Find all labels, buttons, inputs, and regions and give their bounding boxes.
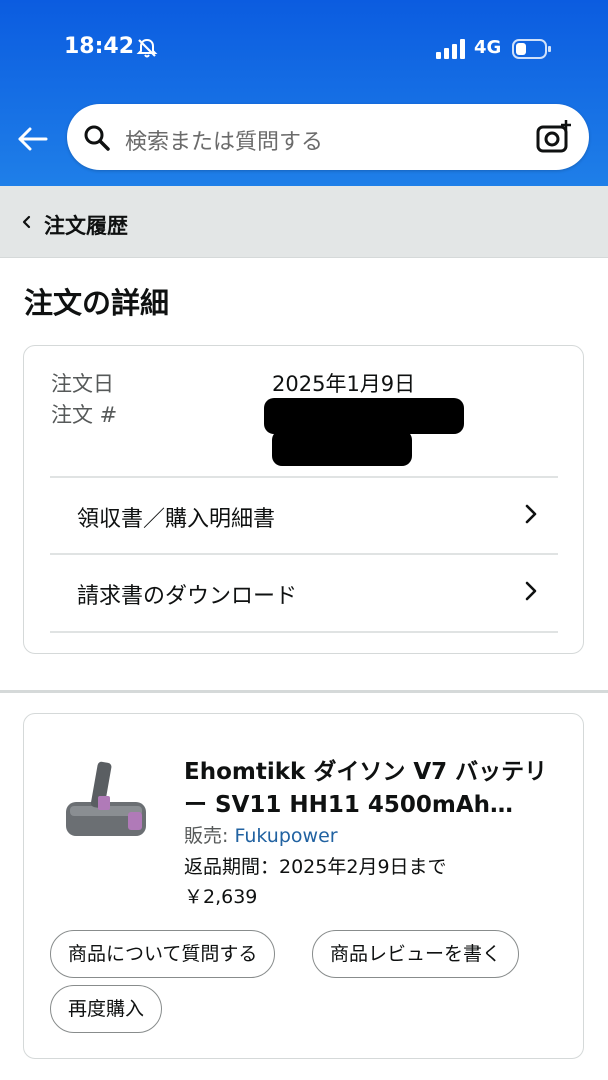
search-bar[interactable]: 検索または質問する [67, 104, 589, 170]
redacted-order-number [264, 398, 464, 434]
return-period: 返品期間：2025年2月9日まで [184, 856, 447, 878]
network-type: 4G [474, 37, 502, 58]
page-title: 注文の詳細 [24, 286, 170, 320]
write-review-button[interactable]: 商品レビューを書く [312, 930, 520, 978]
seller-info: 販売: Fukupower [184, 821, 338, 848]
product-price: ￥2,639 [184, 886, 258, 908]
chevron-right-icon [525, 504, 537, 524]
order-date-label: 注文日 [51, 372, 114, 396]
order-date-value: 2025年1月9日 [272, 372, 416, 396]
battery-product-image[interactable] [58, 756, 154, 852]
back-arrow-icon[interactable] [16, 122, 50, 156]
signal-icon [436, 39, 465, 59]
seller-prefix: 販売: [184, 825, 235, 847]
buy-again-button[interactable]: 再度購入 [50, 985, 163, 1033]
breadcrumb-label[interactable]: 注文履歴 [44, 210, 128, 240]
invoice-download-label: 請求書のダウンロード [77, 584, 298, 609]
status-time: 18:42 [64, 34, 135, 59]
order-number-label: 注文 # [51, 403, 118, 427]
section-separator [0, 690, 608, 693]
status-bar: 18:42 4G [0, 0, 608, 100]
receipt-link-row[interactable]: 領収書／購入明細書 [50, 477, 558, 553]
seller-link[interactable]: Fukupower [234, 825, 337, 847]
chevron-right-icon [525, 581, 537, 601]
chevron-left-icon [22, 215, 31, 229]
breadcrumb[interactable]: 注文履歴 [0, 186, 608, 258]
divider [50, 631, 558, 633]
battery-icon [512, 39, 551, 59]
camera-search-icon[interactable] [535, 118, 573, 156]
receipt-link-label: 領収書／購入明細書 [77, 507, 276, 532]
product-card: Ehomtikk ダイソン V7 バッテリー SV11 HH11 4500mAh… [23, 713, 584, 1059]
app-header: 18:42 4G 検索または質問する [0, 0, 608, 186]
product-title[interactable]: Ehomtikk ダイソン V7 バッテリー SV11 HH11 4500mAh… [184, 756, 564, 822]
search-icon [84, 125, 110, 151]
search-input[interactable]: 検索または質問する [125, 124, 323, 156]
redacted-order-number [272, 430, 412, 466]
muted-bell-icon [136, 38, 158, 58]
order-info-card: 注文日 2025年1月9日 注文 # 領収書／購入明細書 請求書のダウンロード [23, 345, 584, 654]
invoice-download-row[interactable]: 請求書のダウンロード [50, 554, 558, 630]
ask-question-button[interactable]: 商品について質問する [50, 930, 276, 978]
